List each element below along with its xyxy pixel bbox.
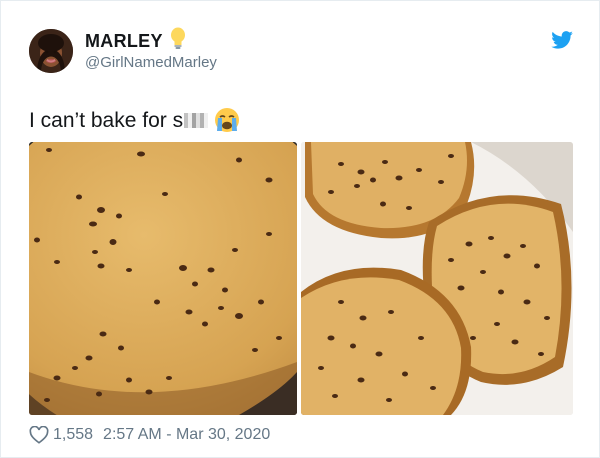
censored-word [184,113,209,128]
like-count[interactable]: 1,558 [53,426,93,444]
user-handle[interactable]: @GirlNamedMarley [85,54,217,71]
tweet-footer: 1,558 2:57 AM - Mar 30, 2020 [29,426,270,444]
tweet-card: MARLEY @GirlNamedMarley I can’t bake for… [0,0,600,458]
tweet-text: I can’t bake for s [29,107,240,133]
tweet-photo-flat-cookies[interactable] [301,142,573,415]
display-name[interactable]: MARLEY [85,31,163,52]
avatar[interactable] [29,29,73,73]
tweet-timestamp[interactable]: 2:57 AM - Mar 30, 2020 [103,426,270,444]
crying-face-emoji [215,108,240,132]
heart-icon[interactable] [29,426,49,444]
tweet-text-content: I can’t bake for s [29,109,184,132]
twitter-bird-icon[interactable] [551,31,573,49]
tweet-photo-cookie-cake[interactable] [29,142,297,415]
lightbulb-icon [171,27,185,49]
